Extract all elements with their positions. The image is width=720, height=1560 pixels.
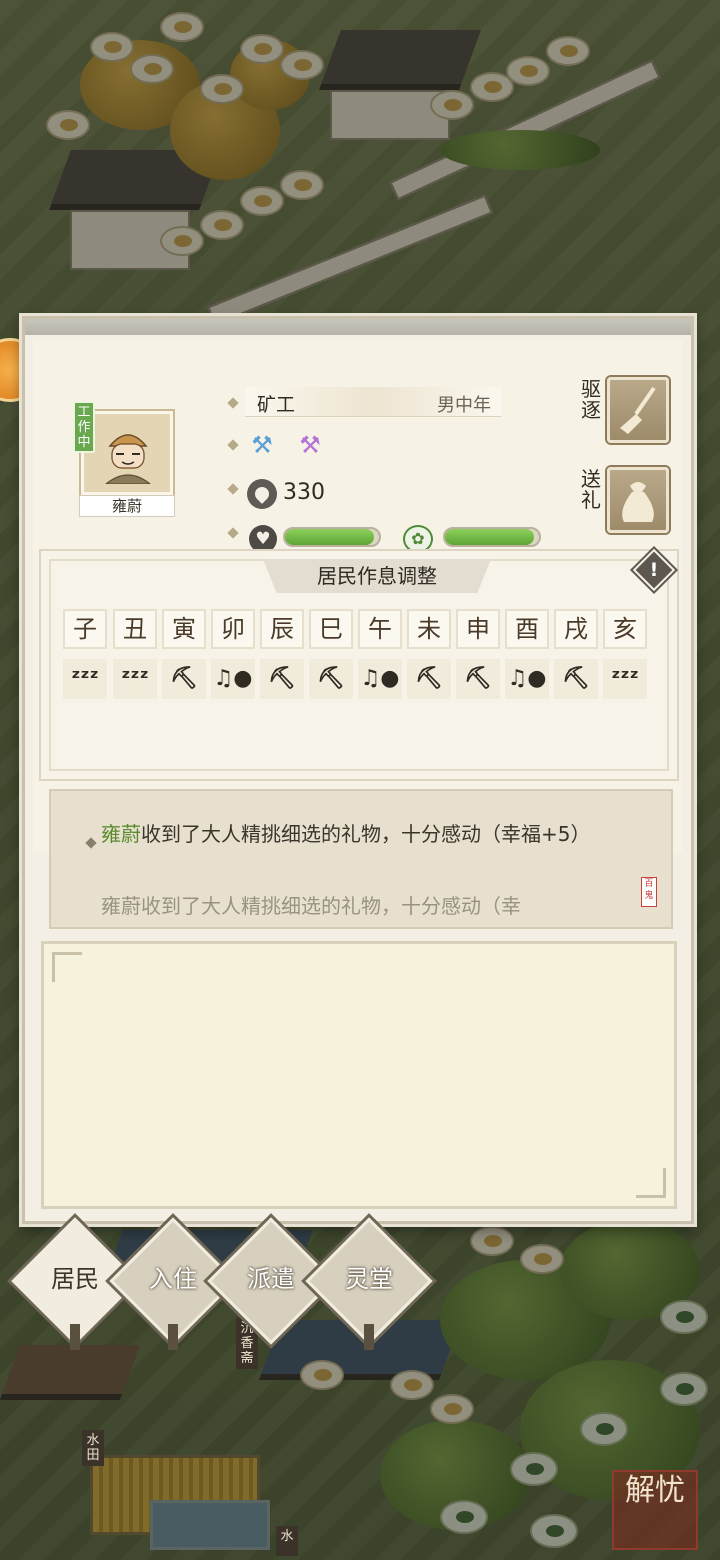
map-sign-paddy[interactable]: 水田	[82, 1430, 104, 1466]
worry-relief-button[interactable]: 解忧	[612, 1470, 698, 1550]
job-row: 矿工 男中年	[245, 387, 501, 417]
hour-cell[interactable]: 巳	[309, 609, 353, 649]
nav-residents[interactable]: 居民	[30, 1262, 120, 1296]
pickaxe-icon[interactable]: ⛏	[456, 659, 500, 699]
hour-cell[interactable]: 辰	[260, 609, 304, 649]
hour-cell[interactable]: 酉	[505, 609, 549, 649]
log-entry: 雍蔚收到了大人精挑细选的礼物，十分感动（幸福+5）	[101, 821, 611, 847]
sleep-icon[interactable]: ᶻᶻᶻ	[113, 659, 157, 699]
gift-bag-icon	[622, 482, 654, 522]
gift-bag-button[interactable]	[607, 467, 669, 533]
health-bar-fill	[285, 529, 375, 545]
pickaxe-icon[interactable]: ⛏	[309, 659, 353, 699]
log-entry-name: 雍蔚	[101, 822, 141, 846]
hour-cell[interactable]: 戌	[554, 609, 598, 649]
status-badge: 工作中	[73, 401, 95, 453]
hour-cell[interactable]: 未	[407, 609, 451, 649]
hour-cell[interactable]: 丑	[113, 609, 157, 649]
hour-cell[interactable]: 亥	[603, 609, 647, 649]
log-bullet-icon	[85, 837, 97, 849]
rest-music-icon[interactable]: ♫●	[505, 659, 549, 699]
nav-move-in[interactable]: 入住	[128, 1262, 218, 1296]
nav-spirit-hall[interactable]: 灵堂	[324, 1262, 414, 1296]
event-log: 雍蔚收到了大人精挑细选的礼物，十分感动（幸福+5） 雍蔚收到了大人精挑细选的礼物…	[49, 789, 673, 929]
rest-music-icon[interactable]: ♫●	[211, 659, 255, 699]
row-marker-icon	[227, 397, 239, 409]
happiness-bar-fill	[445, 529, 535, 545]
content-area	[41, 941, 677, 1209]
row-marker-icon	[227, 439, 239, 451]
map-sign-water[interactable]: 水	[276, 1526, 298, 1556]
hour-cell[interactable]: 卯	[211, 609, 255, 649]
info-mark: !	[649, 559, 659, 581]
row-marker-icon	[227, 527, 239, 539]
expel-broom-button[interactable]	[607, 377, 669, 443]
expel-label: 驱逐	[581, 377, 601, 422]
pickaxe-icon[interactable]: ⛏	[162, 659, 206, 699]
panel-header-bar	[25, 319, 691, 335]
hour-cell[interactable]: 午	[358, 609, 402, 649]
hour-cell[interactable]: 子	[63, 609, 107, 649]
seal-stamp: 百鬼	[641, 877, 657, 907]
sleep-icon[interactable]: ᶻᶻᶻ	[63, 659, 107, 699]
resident-detail-panel: 工作中 雍蔚 矿工 男中年 ⚒ ⚒ 330 ♥ ✿ 驱逐 送礼 居民作息调整 !…	[22, 316, 694, 1224]
pickaxe-blue-icon[interactable]: ⚒	[247, 431, 277, 459]
resident-avatar	[105, 434, 151, 484]
pickaxe-icon[interactable]: ⛏	[554, 659, 598, 699]
coin-icon	[247, 479, 277, 509]
sleep-icon[interactable]: ᶻᶻᶻ	[603, 659, 647, 699]
hour-cell[interactable]: 申	[456, 609, 500, 649]
schedule-title: 居民作息调整	[263, 559, 491, 593]
pickaxe-icon[interactable]: ⛏	[260, 659, 304, 699]
health-bar	[283, 527, 381, 547]
row-marker-icon	[227, 483, 239, 495]
hour-cell[interactable]: 寅	[162, 609, 206, 649]
log-entry-text: 收到了大人精挑细选的礼物，十分感动（幸福+5）	[141, 822, 591, 846]
pickaxe-purple-icon[interactable]: ⚒	[295, 431, 325, 459]
coin-value: 330	[283, 480, 325, 505]
resident-name: 雍蔚	[79, 495, 175, 517]
gender-age: 男中年	[437, 395, 491, 416]
nav-dispatch[interactable]: 派遣	[226, 1262, 316, 1296]
log-entry-faded: 雍蔚收到了大人精挑细选的礼物，十分感动（幸	[101, 894, 521, 918]
job-title: 矿工	[257, 394, 296, 416]
rest-music-icon[interactable]: ♫●	[358, 659, 402, 699]
gift-label: 送礼	[581, 467, 601, 512]
broom-icon	[620, 386, 656, 434]
happiness-bar	[443, 527, 541, 547]
pickaxe-icon[interactable]: ⛏	[407, 659, 451, 699]
